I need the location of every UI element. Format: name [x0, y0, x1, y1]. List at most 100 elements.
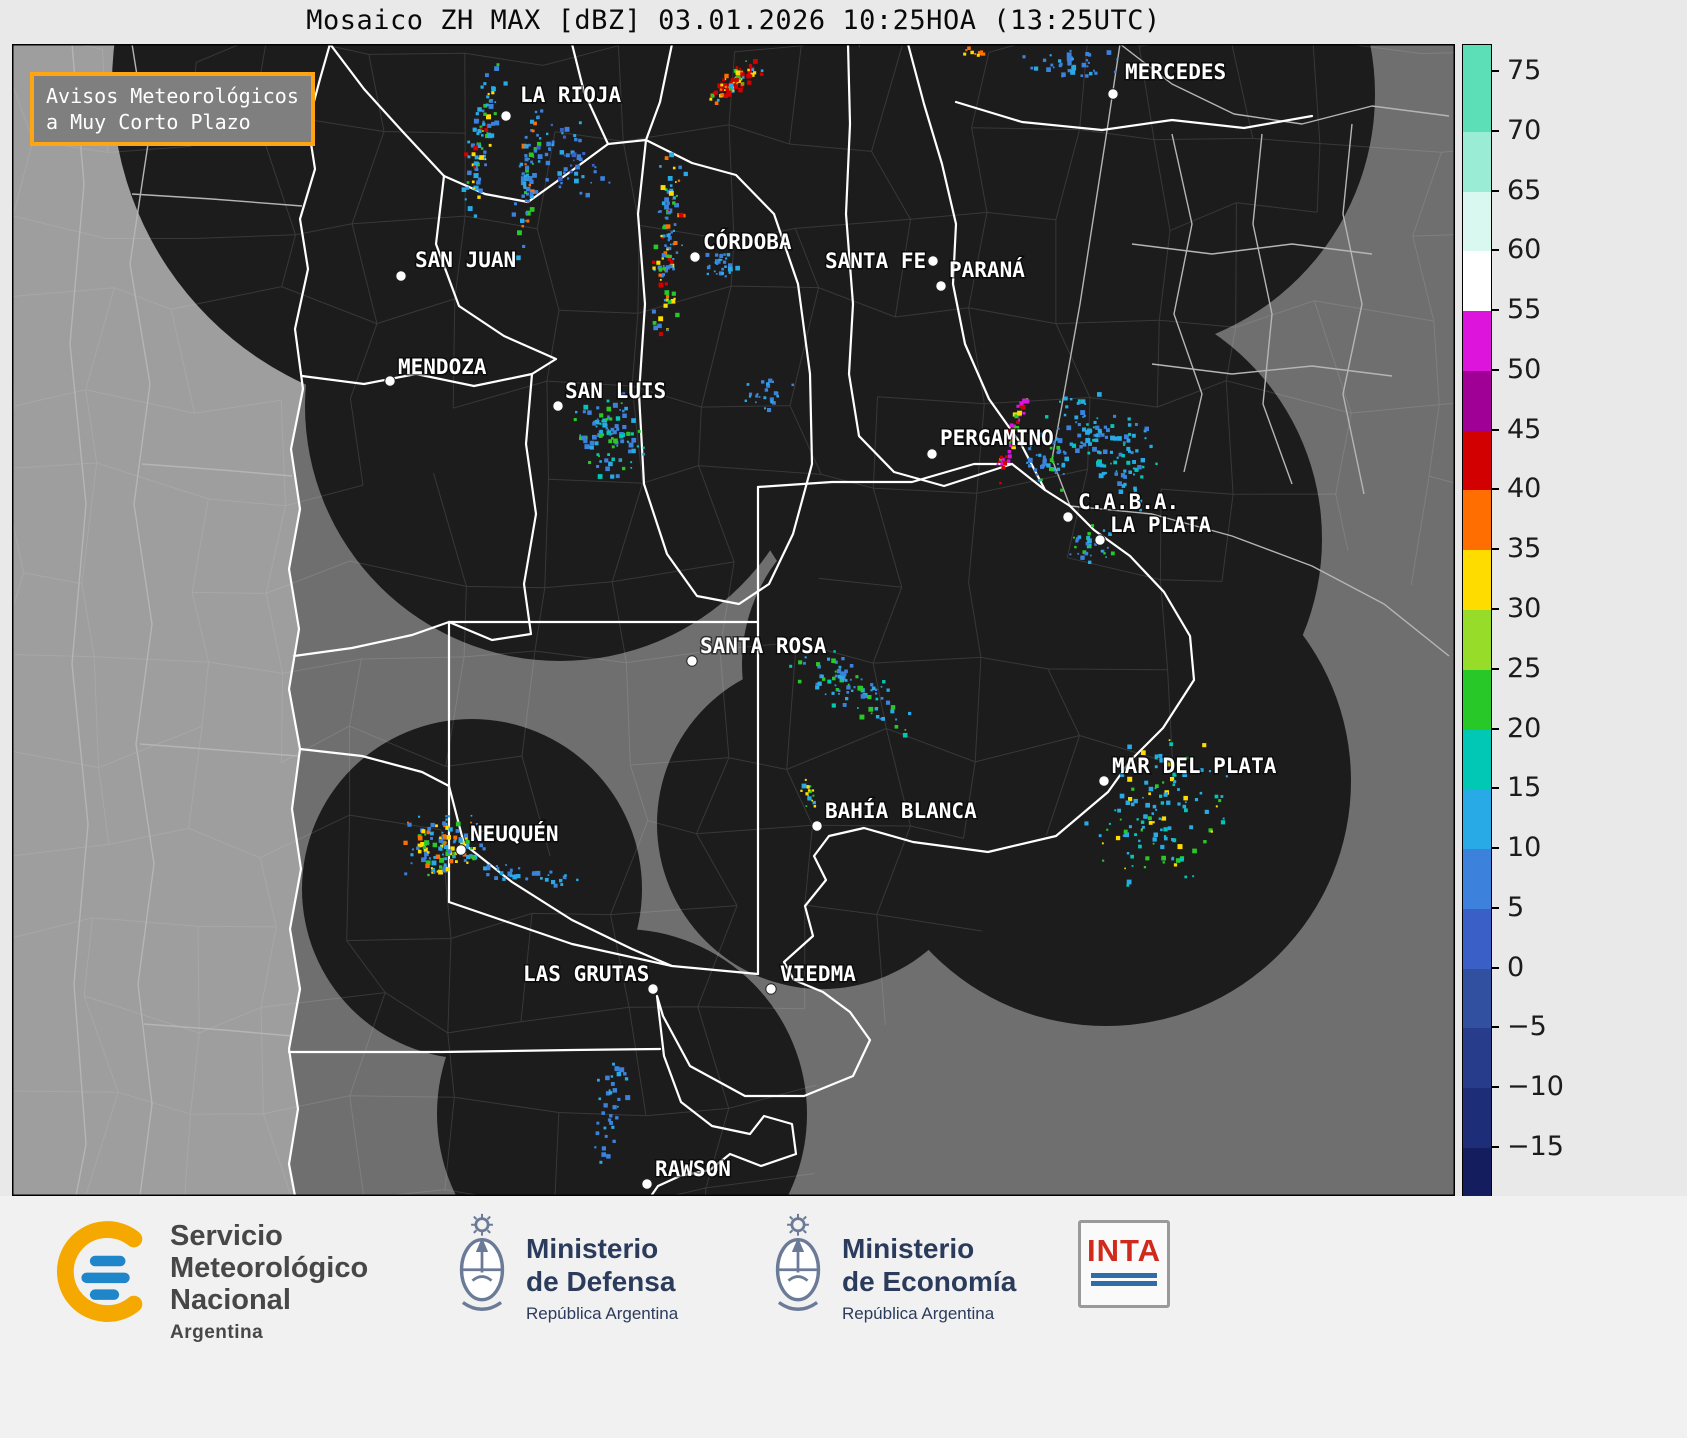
- colorbar-segment: [1463, 610, 1491, 670]
- colorbar-segment: [1463, 669, 1491, 730]
- colorbar-tickmark: [1492, 129, 1499, 132]
- colorbar-tickmark: [1492, 249, 1499, 252]
- colorbar-tickmark: [1492, 608, 1499, 610]
- colorbar-tickmark: [1492, 548, 1499, 551]
- colorbar-tick-label: −15: [1507, 1131, 1564, 1162]
- city-marker: SANTA FE: [824, 248, 939, 275]
- colorbar-segment: [1463, 370, 1491, 431]
- colorbar-tickmark: [1492, 727, 1499, 730]
- ministry-name: Ministerio: [842, 1233, 975, 1264]
- city-label: SANTA ROSA: [700, 634, 827, 658]
- city-label: SANTA FE: [825, 249, 926, 273]
- ministry-defensa: Ministerio de Defensa República Argentin…: [526, 1232, 678, 1324]
- city-label: LAS GRUTAS: [523, 962, 649, 986]
- colorbar-segment: [1463, 191, 1491, 252]
- colorbar-segment: [1463, 789, 1491, 850]
- colorbar: 75 70 65 60 55 50 45 40 35 30 25 20 15 10 5 0 −5 −10 −15: [1462, 44, 1582, 1197]
- colorbar-segment: [1463, 729, 1491, 790]
- colorbar-tick-label: 5: [1507, 891, 1525, 923]
- city-dot: [455, 844, 467, 856]
- colorbar-tickmark: [1492, 488, 1499, 491]
- colorbar-tick-label: 45: [1507, 413, 1542, 445]
- city-label: MENDOZA: [398, 355, 487, 379]
- colorbar-tickmark: [1492, 1146, 1499, 1148]
- colorbar-tickmark: [1492, 70, 1499, 72]
- inta-logo: INTA: [1078, 1220, 1170, 1308]
- colorbar-segment: [1463, 1148, 1491, 1197]
- city-label: C.A.B.A.: [1078, 490, 1179, 514]
- city-dot: [1094, 534, 1106, 546]
- ministry-dept: de Defensa: [526, 1266, 676, 1297]
- city-dot: [686, 655, 698, 667]
- colorbar-segment: [1463, 550, 1491, 610]
- colorbar-tick-label: 10: [1507, 832, 1542, 864]
- colorbar-tickmark: [1492, 847, 1499, 850]
- colorbar-segment: [1463, 1088, 1491, 1148]
- radar-map-image: LA RIOJA MERCEDES SAN JUAN CÓRDOBA SANTA FE P…: [12, 44, 1455, 1196]
- colorbar-tick-label: 0: [1507, 951, 1525, 983]
- colorbar-tickmark: [1492, 1026, 1499, 1029]
- city-dot: [500, 110, 512, 122]
- colorbar-segment: [1463, 311, 1491, 371]
- colorbar-tick-label: 20: [1507, 712, 1542, 744]
- city-dot: [1107, 88, 1119, 100]
- city-dot: [811, 820, 823, 832]
- colorbar-segment: [1463, 131, 1491, 192]
- city-dot: [926, 448, 938, 460]
- colorbar-tick-label: 30: [1507, 593, 1542, 624]
- colorbar-tickmark: [1492, 787, 1499, 790]
- radar-mosaic-page: Mosaico ZH MAX [dBZ] 03.01.2026 10:25HOA…: [0, 0, 1687, 1438]
- alert-box: Avisos Meteorológicos a Muy Corto Plazo: [30, 72, 315, 146]
- city-label: CÓRDOBA: [703, 229, 792, 254]
- ministry-dept: de Economía: [842, 1266, 1017, 1297]
- colorbar-tick-label: 35: [1507, 533, 1542, 565]
- city-dot: [927, 255, 939, 267]
- city-dot: [1098, 775, 1110, 787]
- colorbar-segment: [1463, 968, 1491, 1029]
- colorbar-tick-label: 70: [1507, 114, 1542, 146]
- smn-country: Argentina: [170, 1322, 264, 1343]
- colorbar-tickmark: [1492, 966, 1499, 969]
- colorbar-tick-label: 50: [1507, 353, 1542, 385]
- city-label: PERGAMINO: [940, 426, 1054, 450]
- smn-name-line: Servicio: [170, 1220, 283, 1252]
- colorbar-tickmark: [1492, 189, 1499, 192]
- colorbar-segment: [1463, 490, 1491, 551]
- alert-line-2: a Muy Corto Plazo: [46, 110, 251, 134]
- coat-of-arms-icon: [775, 1213, 821, 1311]
- colorbar-tickmark: [1492, 667, 1499, 670]
- colorbar-segment: [1463, 1028, 1491, 1089]
- colorbar-tick-label: 60: [1507, 234, 1542, 266]
- colorbar-tick-label: 40: [1507, 473, 1542, 505]
- city-label: VIEDMA: [780, 962, 856, 986]
- city-label: MERCEDES: [1125, 60, 1226, 84]
- colorbar-tick-label: −5: [1507, 1011, 1547, 1043]
- city-label: LA RIOJA: [520, 83, 622, 107]
- city-dot: [689, 251, 701, 263]
- alert-line-1: Avisos Meteorológicos: [46, 84, 299, 108]
- city-dot: [641, 1178, 653, 1190]
- city-label: SAN LUIS: [565, 379, 666, 403]
- city-dot: [935, 280, 947, 292]
- colorbar-tickmark: [1492, 428, 1499, 431]
- colorbar-tickmark: [1492, 906, 1499, 909]
- city-dot: [765, 983, 777, 995]
- colorbar-segment: [1463, 430, 1491, 491]
- colorbar-tick-label: 15: [1507, 772, 1542, 804]
- ministry-economia: Ministerio de Economía República Argenti…: [842, 1232, 1016, 1324]
- colorbar-tickmark: [1492, 1086, 1499, 1089]
- city-label: NEUQUÉN: [470, 821, 559, 846]
- city-label: PARANÁ: [949, 257, 1025, 282]
- smn-logo: [56, 1221, 143, 1322]
- ministry-sub: República Argentina: [842, 1304, 995, 1323]
- page-title: Mosaico ZH MAX [dBZ] 03.01.2026 10:25HOA…: [306, 5, 1161, 36]
- coat-of-arms-icon: [459, 1213, 505, 1311]
- city-dot: [552, 400, 564, 412]
- city-dot: [384, 375, 396, 387]
- colorbar-tick-label: 65: [1507, 174, 1542, 206]
- city-label: RAWSON: [655, 1157, 731, 1181]
- city-dot: [1062, 511, 1074, 523]
- smn-name: Servicio Meteorológico Nacional Argentin…: [170, 1220, 368, 1344]
- colorbar-tickmark: [1492, 309, 1499, 312]
- colorbar-scale: [1462, 44, 1492, 1197]
